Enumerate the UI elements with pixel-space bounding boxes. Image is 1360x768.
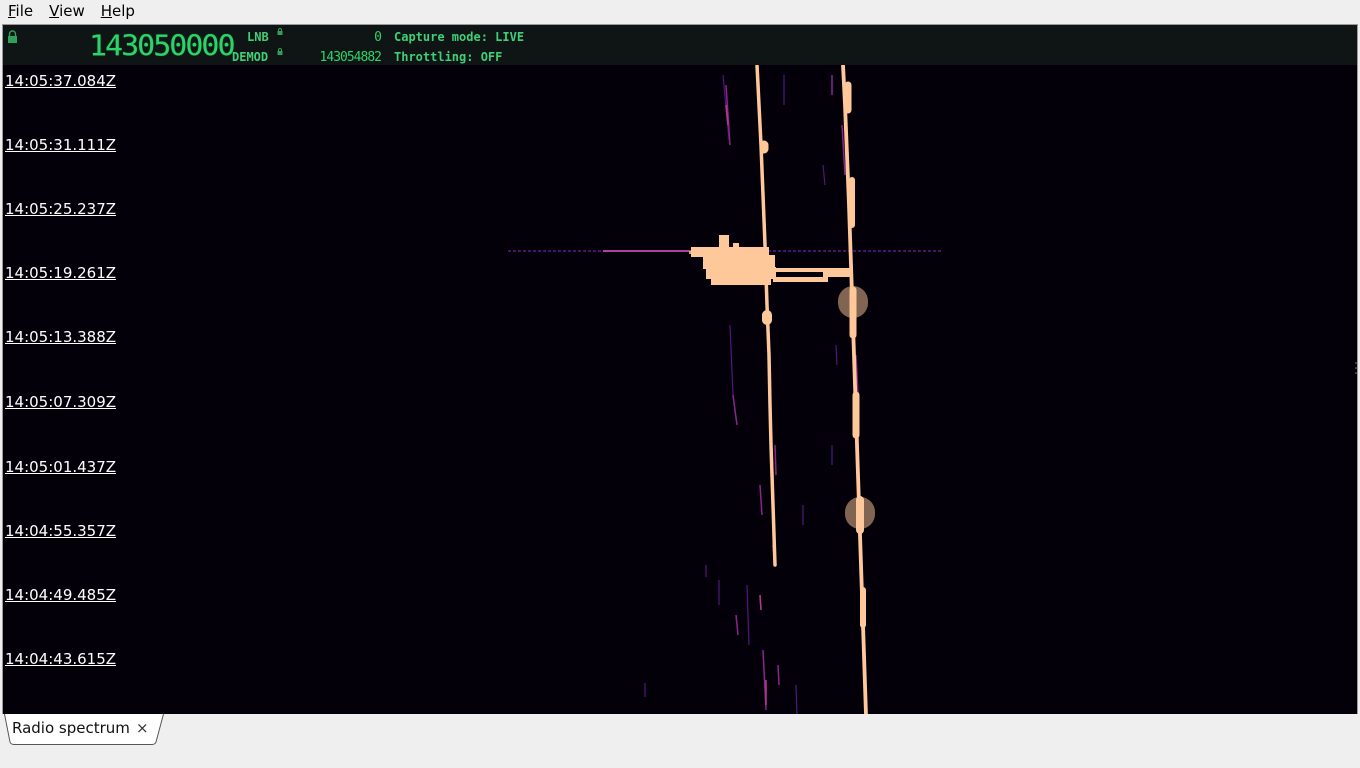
waterfall-canvas (508, 65, 943, 715)
close-icon[interactable]: × (136, 719, 149, 737)
info-bar: 143050000 LNB 0 DEMOD 143054882 Capture … (3, 25, 1357, 65)
timestamp-label[interactable]: 14:05:31.111Z (5, 137, 116, 154)
radio-spectrum-window: 143050000 LNB 0 DEMOD 143054882 Capture … (2, 24, 1358, 716)
tab-bar: Radio spectrum × (0, 714, 1360, 768)
timestamp-label[interactable]: 14:05:37.084Z (5, 73, 116, 90)
tab-radio-spectrum[interactable]: Radio spectrum × (4, 714, 164, 745)
signal-burst (689, 235, 853, 285)
main-frequency-display[interactable]: 143050000 (89, 31, 236, 62)
demod-value[interactable]: 143054882 (303, 51, 382, 65)
throttling-status: Throttling: OFF (394, 50, 503, 64)
spectrum-waterfall[interactable]: 14:05:37.084Z 14:05:31.111Z 14:05:25.237… (3, 65, 1357, 715)
timestamp-label[interactable]: 14:05:01.437Z (5, 459, 116, 476)
timestamp-label[interactable]: 14:04:49.485Z (5, 587, 116, 604)
resize-grip[interactable] (1354, 360, 1358, 376)
timestamp-label[interactable]: 14:05:25.237Z (5, 201, 116, 218)
menu-view[interactable]: View (41, 0, 93, 22)
timestamp-label[interactable]: 14:04:43.615Z (5, 651, 116, 668)
timestamp-label[interactable]: 14:04:55.357Z (5, 523, 116, 540)
menu-help[interactable]: Help (93, 0, 143, 22)
timestamp-label[interactable]: 14:05:19.261Z (5, 265, 116, 282)
lock-icon[interactable] (7, 30, 18, 43)
lnb-label: LNB (247, 30, 269, 44)
timestamp-label[interactable]: 14:05:13.388Z (5, 329, 116, 346)
menu-file[interactable]: File (0, 0, 41, 22)
capture-mode-status: Capture mode: LIVE (394, 30, 525, 44)
signal-trace-2 (838, 65, 875, 715)
lnb-lock-icon[interactable] (277, 28, 283, 35)
lnb-value[interactable]: 0 (303, 31, 382, 45)
timestamp-label[interactable]: 14:05:07.309Z (5, 394, 116, 411)
weak-traces (644, 74, 866, 715)
demod-label: DEMOD (232, 50, 269, 64)
demod-lock-icon[interactable] (277, 48, 283, 55)
menu-bar: File View Help (0, 0, 1360, 22)
tab-label: Radio spectrum (12, 719, 130, 737)
